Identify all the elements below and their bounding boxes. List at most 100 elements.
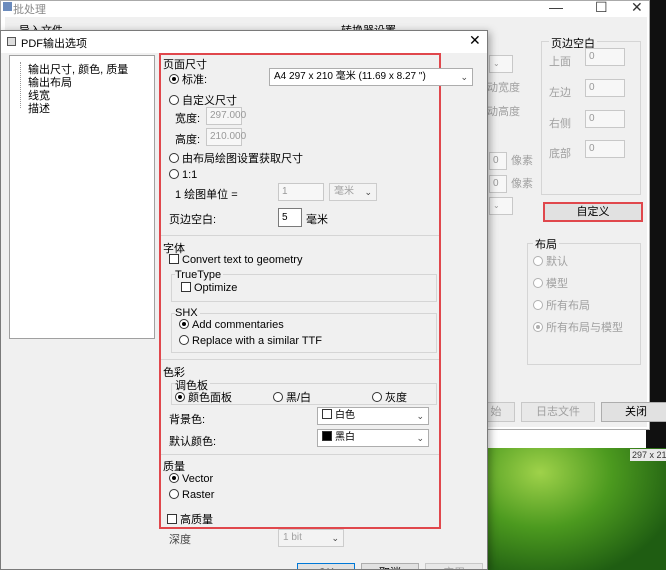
custom-button[interactable]: 自定义 xyxy=(543,202,643,222)
depth-select[interactable]: 1 bit ⌄ xyxy=(278,529,344,547)
units-unit-select[interactable]: 毫米 ⌄ xyxy=(329,183,377,201)
radio-icon xyxy=(273,392,283,402)
pdf-options-dialog: PDF输出选项 ✕ 输出尺寸, 颜色, 质量 输出布局 线宽 描述 页面尺寸 标… xyxy=(0,30,488,570)
height-field[interactable]: 210.000 xyxy=(206,128,246,146)
margin-unit: 毫米 xyxy=(306,214,328,226)
custom-size-label: 自定义尺寸 xyxy=(182,95,237,107)
margin-left-field: 0 xyxy=(585,79,625,97)
shx-title: SHX xyxy=(175,307,200,319)
tree-item-description[interactable]: 描述 xyxy=(28,100,50,116)
margin-right-field: 0 xyxy=(585,110,625,128)
margin-label: 页边空白: xyxy=(169,214,217,226)
color-swatch xyxy=(322,409,332,419)
radio-icon xyxy=(179,319,189,329)
margin-top-field: 0 xyxy=(585,48,625,66)
vector-radio[interactable]: Vector xyxy=(169,473,213,485)
high-quality-checkbox[interactable]: 高质量 xyxy=(167,511,213,527)
width-combo: ⌄ xyxy=(489,55,513,73)
dialog-close-button[interactable]: ✕ xyxy=(469,32,481,49)
default-color-value: 黑白 xyxy=(335,432,355,443)
palette-gray-radio[interactable]: 灰度 xyxy=(372,389,407,405)
units-label: 1 绘图单位 = xyxy=(175,189,238,201)
radio-icon xyxy=(372,392,382,402)
color-swatch xyxy=(322,431,332,441)
background-color-value: 白色 xyxy=(335,410,355,421)
desktop-wallpaper xyxy=(486,448,666,570)
radio-icon xyxy=(175,392,185,402)
radio-icon xyxy=(169,473,179,483)
tree-connector xyxy=(20,62,21,108)
options-tree: 输出尺寸, 颜色, 质量 输出布局 线宽 描述 xyxy=(9,55,155,339)
pixel-width-field: 0 xyxy=(489,152,507,170)
layout-option-label: 所有布局与模型 xyxy=(546,322,623,334)
palette-color-radio[interactable]: 颜色面板 xyxy=(175,389,232,405)
truetype-title: TrueType xyxy=(175,269,224,281)
palette-bw-label: 黑/白 xyxy=(286,392,312,404)
cancel-button[interactable]: 取消 xyxy=(361,563,419,569)
margin-top-label: 上面 xyxy=(549,56,571,68)
from-layout-label: 由布局绘图设置获取尺寸 xyxy=(182,153,303,165)
margin-bottom-field: 0 xyxy=(585,140,625,158)
layout-option-model[interactable]: 模型 xyxy=(533,275,568,291)
background-color-select[interactable]: 白色 ⌄ xyxy=(317,407,429,425)
margin-field[interactable]: 5 xyxy=(278,208,302,227)
status-text: 297 x 210 xyxy=(630,449,666,461)
radio-icon xyxy=(169,169,179,179)
radio-icon xyxy=(169,489,179,499)
dialog-titlebar: PDF输出选项 ✕ xyxy=(1,31,487,53)
width-field[interactable]: 297.000 xyxy=(206,107,246,125)
optimize-label: Optimize xyxy=(194,282,238,294)
palette-bw-radio[interactable]: 黑/白 xyxy=(273,389,311,405)
radio-icon xyxy=(179,335,189,345)
ratio-radio[interactable]: 1:1 xyxy=(169,169,197,181)
dialog-icon xyxy=(7,37,16,46)
maximize-button[interactable]: ☐ xyxy=(595,0,608,16)
height-label: 高度: xyxy=(175,134,201,146)
close-window-button[interactable]: 关闭 xyxy=(601,402,666,422)
margin-bottom-label: 底部 xyxy=(549,148,571,160)
ok-button[interactable]: OK xyxy=(297,563,355,569)
auto-height-label: 动高度 xyxy=(487,106,520,118)
from-layout-radio[interactable]: 由布局绘图设置获取尺寸 xyxy=(169,150,303,166)
paper-size-select[interactable]: A4 297 x 210 毫米 (11.69 x 8.27 ") ⌄ xyxy=(269,68,473,86)
chevron-down-icon: ⌄ xyxy=(416,411,424,421)
ratio-label: 1:1 xyxy=(182,169,198,181)
margin-left-label: 左边 xyxy=(549,87,571,99)
vector-label: Vector xyxy=(182,473,214,485)
apply-button[interactable]: 应用 xyxy=(425,563,483,569)
checkbox-icon xyxy=(169,254,179,264)
radio-icon xyxy=(533,256,543,266)
close-button[interactable]: ✕ xyxy=(631,0,643,16)
standard-radio[interactable]: 标准: xyxy=(169,71,207,87)
palette-gray-label: 灰度 xyxy=(385,392,407,404)
default-color-select[interactable]: 黑白 ⌄ xyxy=(317,429,429,447)
width-label: 宽度: xyxy=(175,113,201,125)
units-field[interactable]: 1 xyxy=(278,183,324,201)
convert-text-checkbox[interactable]: Convert text to geometry xyxy=(169,254,302,266)
replace-ttf-radio[interactable]: Replace with a similar TTF xyxy=(179,335,322,347)
log-file-button[interactable]: 日志文件 xyxy=(521,402,595,422)
default-color-label: 默认颜色: xyxy=(169,436,217,448)
optimize-checkbox[interactable]: Optimize xyxy=(181,282,237,294)
custom-size-radio[interactable]: 自定义尺寸 xyxy=(169,92,237,108)
chevron-down-icon: ⌄ xyxy=(364,187,372,197)
pixel-height-field: 0 xyxy=(489,175,507,193)
standard-label: 标准: xyxy=(182,74,208,86)
raster-label: Raster xyxy=(182,489,215,501)
layout-option-all-layouts[interactable]: 所有布局 xyxy=(533,297,590,313)
add-commentaries-radio[interactable]: Add commentaries xyxy=(179,319,284,331)
depth-label: 深度 xyxy=(169,534,191,546)
layout-option-all-layouts-model[interactable]: 所有布局与模型 xyxy=(533,319,623,335)
quality-title: 质量 xyxy=(163,461,185,473)
radio-icon xyxy=(169,153,179,163)
minimize-button[interactable]: — xyxy=(549,0,563,15)
background-color-label: 背景色: xyxy=(169,414,206,426)
raster-radio[interactable]: Raster xyxy=(169,489,214,501)
layout-option-default[interactable]: 默认 xyxy=(533,253,568,269)
pixel-unit-2: 像素 xyxy=(511,178,533,190)
format-combo: ⌄ xyxy=(489,197,513,215)
layout-option-label: 所有布局 xyxy=(546,300,590,312)
layout-title: 布局 xyxy=(533,236,559,252)
units-unit-value: 毫米 xyxy=(334,186,354,197)
divider xyxy=(161,454,439,455)
